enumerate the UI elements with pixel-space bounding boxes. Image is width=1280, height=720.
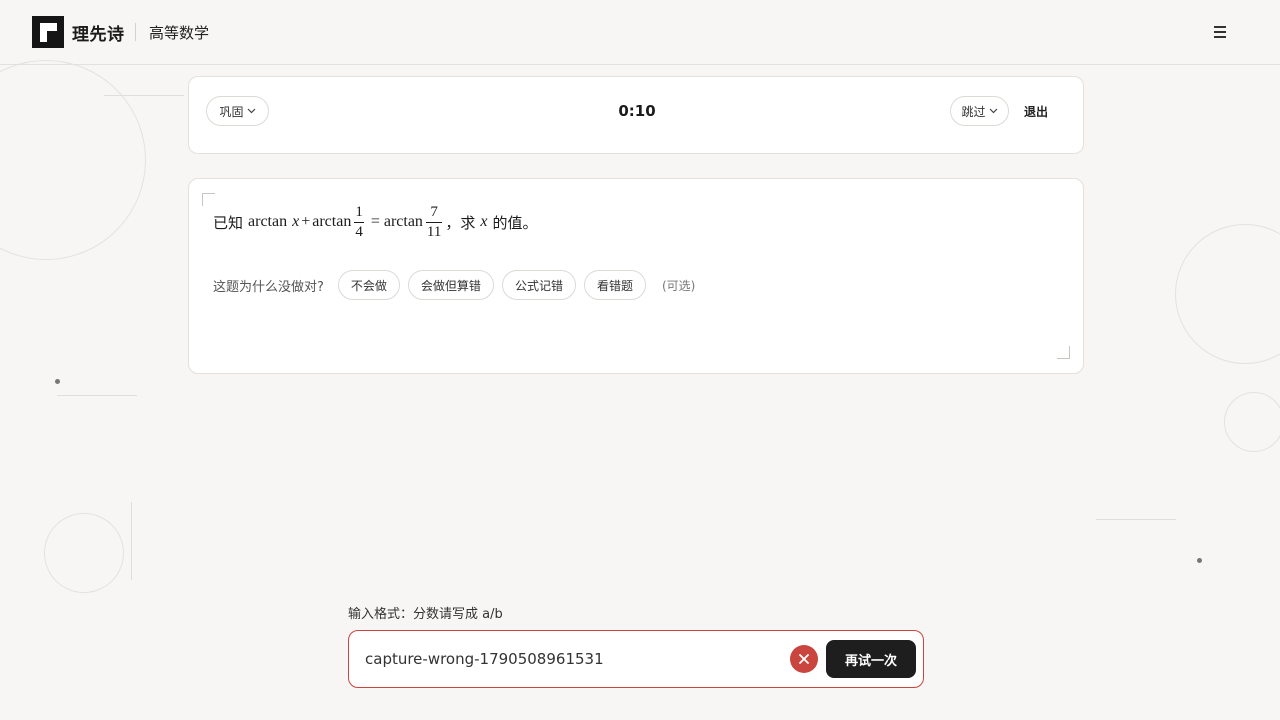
- top-header: 理先诗 高等数学: [0, 0, 1280, 65]
- timer: 0:10: [618, 102, 656, 120]
- decor-circle: [0, 60, 146, 260]
- question-prefix: 已知: [213, 213, 244, 232]
- chevron-down-icon: [247, 107, 256, 117]
- fraction-denominator: 11: [426, 223, 442, 240]
- chevron-down-icon: [989, 107, 998, 117]
- math-var: x: [292, 213, 300, 230]
- answer-input[interactable]: [365, 647, 785, 671]
- hamburger-icon: [1214, 26, 1226, 28]
- quit-button[interactable]: 退出: [1024, 103, 1048, 120]
- skip-label: 跳过: [961, 104, 986, 119]
- hamburger-icon: [1214, 31, 1226, 33]
- hamburger-icon: [1214, 36, 1226, 38]
- corner-bracket-icon: [1057, 346, 1070, 359]
- skip-dropdown[interactable]: 跳过: [950, 96, 1009, 126]
- logo[interactable]: [32, 16, 64, 48]
- brand-name[interactable]: 理先诗: [72, 20, 125, 45]
- fraction-numerator: 1: [355, 203, 363, 220]
- math-fn: arctan: [248, 213, 288, 230]
- course-title: 高等数学: [149, 24, 210, 42]
- fraction-numerator: 7: [430, 203, 438, 220]
- fraction: 7 11: [425, 203, 443, 240]
- question-mid: ，求: [445, 213, 476, 232]
- decor-circle: [1224, 392, 1280, 452]
- logo-mark-icon: [32, 16, 64, 48]
- decor-line: [131, 502, 132, 580]
- menu-button[interactable]: [1210, 22, 1230, 42]
- decor-circle: [44, 513, 124, 593]
- decor-line: [57, 395, 137, 396]
- reason-chip-misread[interactable]: 看错题: [583, 270, 646, 300]
- mistake-reason-row: 这题为什么没做对? 不会做 会做但算错 公式记错 看错题 (可选): [213, 270, 695, 300]
- page: 理先诗 高等数学 巩固 0:10 跳过 退出 已知 arctan x + arc…: [0, 0, 1280, 720]
- decor-line: [1096, 519, 1176, 520]
- question-suffix: 的值。: [492, 213, 538, 232]
- math-fn: arctan: [383, 213, 423, 230]
- reason-chip-calc-error[interactable]: 会做但算错: [407, 270, 494, 300]
- format-hint: 输入格式：分数请写成 a/b: [348, 607, 503, 622]
- mistake-reason-label: 这题为什么没做对?: [213, 279, 324, 295]
- clear-answer-button[interactable]: [790, 645, 818, 673]
- decor-circle: [1175, 224, 1280, 364]
- math-var: x: [480, 213, 488, 230]
- answer-box: 再试一次: [348, 630, 924, 688]
- reason-chip-formula-error[interactable]: 公式记错: [501, 270, 576, 300]
- mode-dropdown[interactable]: 巩固: [206, 96, 269, 126]
- header-divider: [135, 23, 136, 41]
- fraction: 1 4: [354, 203, 364, 240]
- retry-button[interactable]: 再试一次: [826, 640, 916, 678]
- close-icon: [799, 654, 809, 664]
- question-card: 已知 arctan x + arctan 1 4 = arctan 7 11 ，…: [188, 178, 1084, 374]
- decor-dot: [1197, 558, 1202, 563]
- mode-label: 巩固: [219, 104, 244, 119]
- math-op: +: [301, 213, 311, 230]
- optional-note: (可选): [661, 278, 696, 293]
- decor-dot: [55, 379, 60, 384]
- fraction-denominator: 4: [355, 223, 363, 240]
- question-text: 已知 arctan x + arctan 1 4 = arctan 7 11 ，…: [213, 201, 538, 243]
- session-control-bar: 巩固 0:10 跳过 退出: [188, 76, 1084, 154]
- reason-chip-cannot-do[interactable]: 不会做: [337, 270, 400, 300]
- math-op: =: [370, 213, 380, 230]
- math-fn: arctan: [312, 213, 352, 230]
- decor-line: [104, 95, 184, 96]
